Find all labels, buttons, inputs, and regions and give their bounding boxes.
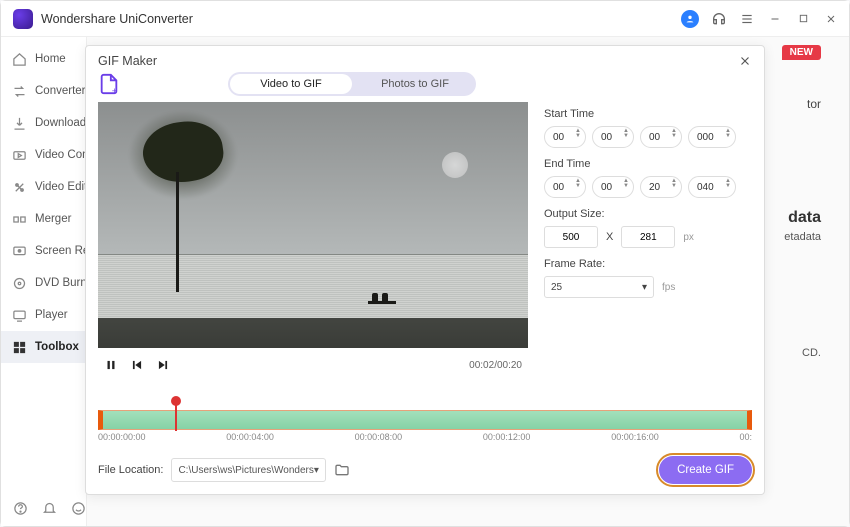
sidebar-item-home[interactable]: Home — [1, 43, 86, 75]
frame-rate-select[interactable]: 25▾ — [544, 276, 654, 298]
file-location-input[interactable]: C:\Users\ws\Pictures\Wonders▾ — [171, 458, 325, 482]
dialog-title: GIF Maker — [98, 54, 157, 68]
back-panel-sub: etadata — [784, 231, 821, 243]
download-icon — [11, 115, 27, 131]
sidebar-item-player[interactable]: Player — [1, 299, 86, 331]
sidebar-item-label: Toolbox — [35, 341, 79, 353]
minimize-button[interactable] — [767, 11, 783, 27]
menu-icon[interactable] — [739, 11, 755, 27]
output-size-label: Output Size: — [544, 208, 752, 220]
back-panel-title: data — [788, 209, 821, 227]
start-seconds[interactable]: 00▲▼ — [640, 126, 682, 148]
next-frame-button[interactable] — [156, 358, 170, 372]
gif-maker-dialog: GIF Maker + Video to GIF Photos to GIF 0… — [85, 45, 765, 495]
sidebar-item-label: Converter — [35, 85, 86, 97]
sidebar-item-dvd[interactable]: DVD Burner — [1, 267, 86, 299]
sidebar-item-label: Player — [35, 309, 68, 321]
sidebar: Home Converter Downloader Video Compress… — [1, 37, 87, 526]
record-icon — [11, 243, 27, 259]
sidebar-item-label: Video Compressor — [35, 149, 86, 161]
help-icon[interactable] — [13, 501, 28, 516]
app-title: Wondershare UniConverter — [41, 12, 193, 26]
file-location-label: File Location: — [98, 464, 163, 476]
svg-text:+: + — [112, 86, 117, 95]
frame-rate-label: Frame Rate: — [544, 258, 752, 270]
video-preview[interactable] — [98, 102, 528, 348]
chevron-down-icon: ▾ — [642, 282, 647, 293]
sidebar-item-label: Merger — [35, 213, 71, 225]
playhead[interactable] — [175, 401, 177, 431]
output-height[interactable] — [621, 226, 675, 248]
dvd-icon — [11, 275, 27, 291]
sidebar-item-compressor[interactable]: Video Compressor — [1, 139, 86, 171]
sidebar-item-label: Downloader — [35, 117, 86, 129]
merger-icon — [11, 211, 27, 227]
app-logo — [13, 9, 33, 29]
end-hours[interactable]: 00▲▼ — [544, 176, 586, 198]
size-unit: px — [683, 232, 694, 243]
back-text: tor — [807, 97, 821, 111]
size-separator: X — [606, 231, 613, 243]
start-time-label: Start Time — [544, 108, 752, 120]
end-ms[interactable]: 040▲▼ — [688, 176, 736, 198]
editor-icon — [11, 179, 27, 195]
create-gif-button[interactable]: Create GIF — [659, 456, 752, 484]
close-window-button[interactable] — [823, 11, 839, 27]
account-icon[interactable] — [681, 10, 699, 28]
maximize-button[interactable] — [795, 11, 811, 27]
bell-icon[interactable] — [42, 501, 57, 516]
start-ms[interactable]: 000▲▼ — [688, 126, 736, 148]
sidebar-item-converter[interactable]: Converter — [1, 75, 86, 107]
frame-unit: fps — [662, 282, 675, 293]
sidebar-item-editor[interactable]: Video Editor — [1, 171, 86, 203]
sidebar-item-downloader[interactable]: Downloader — [1, 107, 86, 139]
sidebar-item-label: DVD Burner — [35, 277, 86, 289]
chevron-down-icon: ▾ — [314, 465, 319, 476]
start-minutes[interactable]: 00▲▼ — [592, 126, 634, 148]
timeline-ruler: 00:00:00:0000:00:04:0000:00:08:0000:00:1… — [98, 432, 752, 446]
back-panel-caption: CD. — [802, 347, 821, 359]
start-hours[interactable]: 00▲▼ — [544, 126, 586, 148]
playback-controls: 00:02/00:20 — [98, 352, 528, 378]
close-icon[interactable] — [738, 54, 752, 68]
end-seconds[interactable]: 20▲▼ — [640, 176, 682, 198]
feedback-icon[interactable] — [71, 501, 86, 516]
add-file-icon[interactable]: + — [98, 73, 120, 95]
end-time-label: End Time — [544, 158, 752, 170]
mode-tabs: Video to GIF Photos to GIF — [228, 72, 476, 96]
support-icon[interactable] — [711, 11, 727, 27]
browse-folder-icon[interactable] — [334, 462, 350, 478]
sidebar-item-label: Home — [35, 53, 66, 65]
sidebar-item-merger[interactable]: Merger — [1, 203, 86, 235]
home-icon — [11, 51, 27, 67]
toolbox-icon — [11, 339, 27, 355]
converter-icon — [11, 83, 27, 99]
end-minutes[interactable]: 00▲▼ — [592, 176, 634, 198]
sidebar-item-label: Screen Recorder — [35, 245, 86, 257]
sidebar-item-recorder[interactable]: Screen Recorder — [1, 235, 86, 267]
timeline-track[interactable] — [98, 410, 752, 430]
time-display: 00:02/00:20 — [469, 360, 522, 371]
prev-frame-button[interactable] — [130, 358, 144, 372]
output-width[interactable] — [544, 226, 598, 248]
player-icon — [11, 307, 27, 323]
pause-button[interactable] — [104, 358, 118, 372]
tab-video-to-gif[interactable]: Video to GIF — [230, 74, 352, 94]
sidebar-item-label: Video Editor — [35, 181, 86, 193]
title-bar: Wondershare UniConverter — [1, 1, 849, 37]
sidebar-item-toolbox[interactable]: Toolbox — [1, 331, 86, 363]
compress-icon — [11, 147, 27, 163]
tab-photos-to-gif[interactable]: Photos to GIF — [354, 72, 476, 96]
new-badge: NEW — [782, 45, 821, 60]
